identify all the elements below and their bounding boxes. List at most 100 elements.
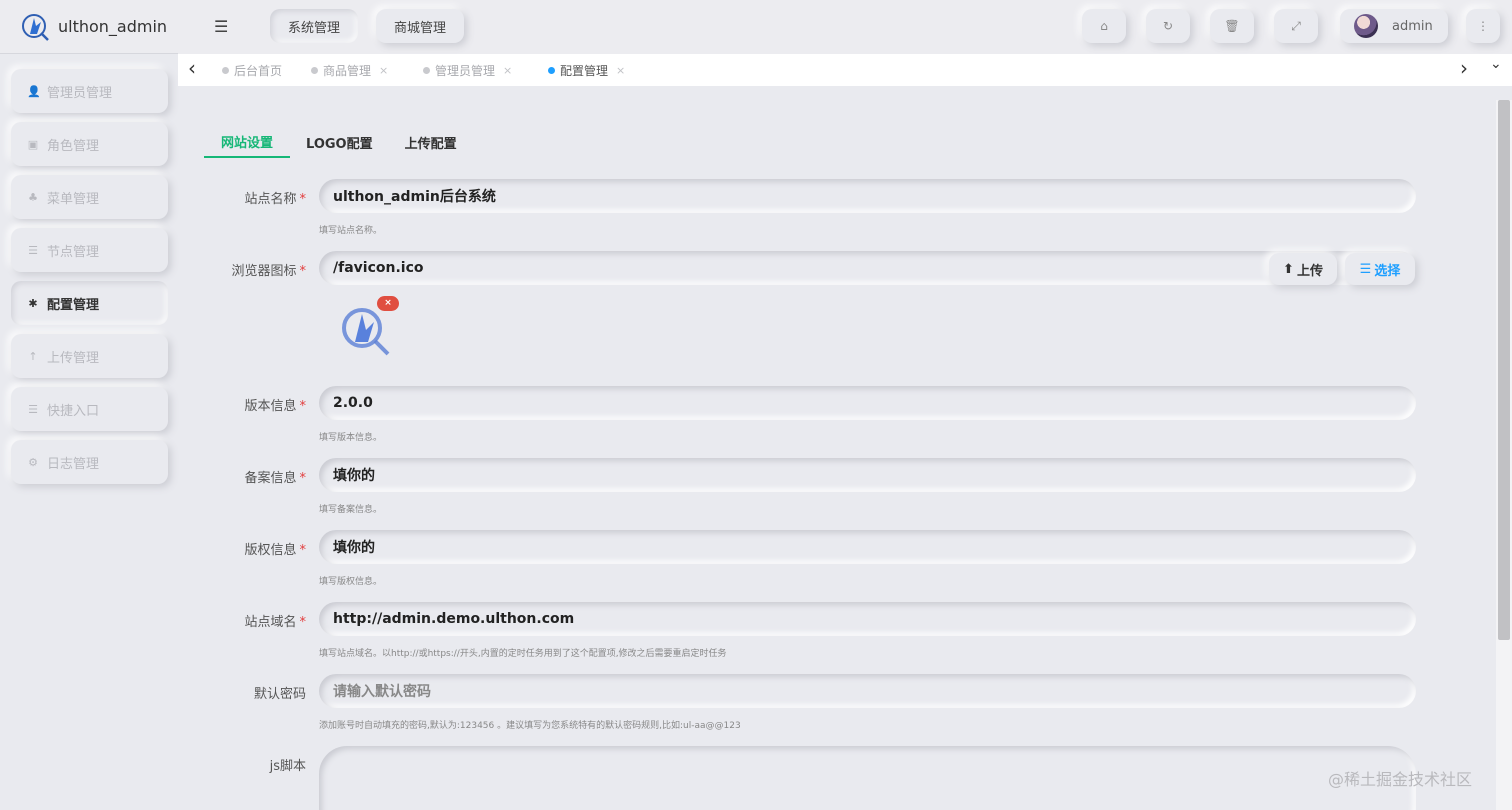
fullscreen-icon: ⤢	[1291, 18, 1301, 33]
sidebar-item-label: 菜单管理	[47, 191, 100, 207]
sidebar-item-log[interactable]: ⚙ 日志管理	[11, 440, 168, 484]
field-label-copyright: 版权信息 *	[226, 539, 306, 558]
page-tab-label: 管理员管理	[435, 64, 496, 78]
top-tab-system[interactable]: 系统管理	[270, 9, 359, 43]
close-icon[interactable]: ×	[379, 64, 388, 77]
field-label-default-password: 默认密码	[226, 683, 306, 702]
user-menu[interactable]: admin	[1340, 9, 1448, 43]
form-tabs: 网站设置 LOGO配置 上传配置	[204, 126, 473, 158]
label-text: 浏览器图标	[231, 264, 297, 279]
copyright-input[interactable]: 填你的	[319, 530, 1416, 564]
favicon-value: /favicon.ico	[333, 260, 424, 276]
site-name-input[interactable]: ulthon_admin后台系统	[319, 179, 1416, 213]
top-tab-label: 商城管理	[394, 20, 447, 36]
sidebar-item-upload[interactable]: ↑ 上传管理	[11, 334, 168, 378]
logo-icon	[22, 13, 49, 41]
sidebar-item-label: 快捷入口	[47, 403, 100, 419]
sidebar-item-label: 节点管理	[47, 244, 100, 260]
top-tab-shop[interactable]: 商城管理	[376, 9, 465, 43]
tree-icon: ♣	[28, 190, 38, 204]
fullscreen-button[interactable]: ⤢	[1274, 9, 1318, 43]
field-label-version: 版本信息 *	[226, 395, 306, 414]
upload-icon: ⬆	[1283, 261, 1294, 277]
page-tab-label: 后台首页	[234, 64, 283, 78]
page-tab-home[interactable]: 后台首页	[222, 62, 282, 79]
logo[interactable]: ulthon_admin	[0, 0, 178, 54]
required-mark: *	[299, 399, 307, 414]
label-text: 版权信息	[244, 543, 297, 558]
list-icon: ☰	[1359, 261, 1372, 277]
role-icon: ▣	[27, 137, 39, 151]
label-text: 默认密码	[253, 687, 306, 702]
field-label-favicon: 浏览器图标 *	[226, 260, 306, 279]
gear-icon: ⚙	[28, 455, 38, 469]
select-label: 选择	[1374, 263, 1401, 279]
icp-hint: 填写备案信息。	[319, 505, 383, 515]
refresh-button[interactable]: ↻	[1146, 9, 1190, 43]
page-tab-config[interactable]: 配置管理 ×	[548, 62, 625, 79]
page-tab-label: 商品管理	[323, 64, 372, 78]
sidebar-item-admin[interactable]: 👤 管理员管理	[11, 69, 168, 113]
avatar	[1354, 14, 1378, 38]
favicon-preview	[342, 308, 390, 356]
tabs-left-arrow-icon[interactable]: ‹	[188, 56, 196, 80]
tab-upload-config[interactable]: 上传配置	[389, 126, 473, 158]
sidebar-item-role[interactable]: ▣ 角色管理	[11, 122, 168, 166]
page-tabs: ‹ 后台首页 商品管理 × 管理员管理 × 配置管理 × › ⌄	[178, 54, 1512, 86]
page-tab-admin[interactable]: 管理员管理 ×	[423, 62, 512, 79]
watermark: @稀土掘金技术社区	[1328, 770, 1473, 789]
tab-dot-icon	[311, 67, 318, 74]
tab-site-settings[interactable]: 网站设置	[204, 126, 291, 158]
trash-icon: 🗑	[1224, 19, 1240, 33]
page-tab-goods[interactable]: 商品管理 ×	[311, 62, 388, 79]
copyright-hint: 填写版权信息。	[319, 577, 383, 587]
more-icon: ⋮	[1477, 19, 1489, 33]
sidebar-item-label: 上传管理	[47, 350, 100, 366]
scrollbar-thumb[interactable]	[1498, 100, 1510, 640]
favicon-input[interactable]: /favicon.ico ⬆ 上传 ☰ 选择	[319, 251, 1416, 285]
menu-toggle-icon[interactable]: ☰	[214, 17, 228, 36]
field-label-domain: 站点域名 *	[226, 611, 306, 630]
upload-button[interactable]: ⬆ 上传	[1269, 253, 1337, 285]
sidebar-item-config[interactable]: ✱ 配置管理	[11, 281, 168, 325]
tab-logo-config[interactable]: LOGO配置	[290, 126, 389, 158]
required-mark: *	[299, 471, 307, 486]
js-script-textarea[interactable]	[319, 746, 1416, 810]
domain-hint: 填写站点域名。以http://或https://开头,内置的定时任务用到了这个配…	[319, 649, 727, 659]
sidebar-item-label: 管理员管理	[47, 85, 113, 101]
tab-dot-icon	[548, 67, 555, 74]
tabs-right-arrow-icon[interactable]: ›	[1460, 56, 1468, 80]
close-icon[interactable]: ×	[616, 64, 625, 77]
header: ☰ 系统管理 商城管理 ⌂ ↻ 🗑 ⤢ admin ⋮	[178, 0, 1512, 54]
icp-input[interactable]: 填你的	[319, 458, 1416, 492]
clear-cache-button[interactable]: 🗑	[1210, 9, 1254, 43]
user-icon: 👤	[27, 84, 41, 98]
user-name: admin	[1392, 18, 1433, 34]
arrow-up-icon: ↑	[28, 349, 38, 363]
version-input[interactable]: 2.0.0	[319, 386, 1416, 420]
close-icon[interactable]: ×	[503, 64, 512, 77]
upload-label: 上传	[1296, 263, 1323, 279]
tabs-dropdown-icon[interactable]: ⌄	[1490, 56, 1502, 72]
sidebar-item-node[interactable]: ☰ 节点管理	[11, 228, 168, 272]
more-button[interactable]: ⋮	[1466, 9, 1500, 43]
home-icon: ⌂	[1100, 19, 1108, 33]
required-mark: *	[299, 543, 307, 558]
domain-input[interactable]: http://admin.demo.ulthon.com	[319, 602, 1416, 636]
sidebar-item-label: 配置管理	[47, 297, 100, 313]
label-text: 站点名称	[244, 192, 297, 207]
config-form-panel: 网站设置 LOGO配置 上传配置 站点名称 * ulthon_admin后台系统 …	[186, 98, 1478, 810]
label-text: 站点域名	[244, 615, 297, 630]
sidebar-item-menu[interactable]: ♣ 菜单管理	[11, 175, 168, 219]
sidebar-item-label: 日志管理	[47, 456, 100, 472]
asterisk-icon: ✱	[28, 296, 38, 310]
sidebar-item-quick-entry[interactable]: ☰ 快捷入口	[11, 387, 168, 431]
sidebar: ulthon_admin 👤 管理员管理 ▣ 角色管理 ♣ 菜单管理 ☰ 节点管…	[0, 0, 178, 810]
required-mark: *	[299, 615, 307, 630]
remove-preview-icon[interactable]: ×	[377, 296, 399, 311]
select-button[interactable]: ☰ 选择	[1345, 253, 1415, 285]
site-name-hint: 填写站点名称。	[319, 226, 383, 236]
field-label-icp: 备案信息 *	[226, 467, 306, 486]
default-password-input[interactable]: 请输入默认密码	[319, 674, 1416, 708]
home-button[interactable]: ⌂	[1082, 9, 1126, 43]
